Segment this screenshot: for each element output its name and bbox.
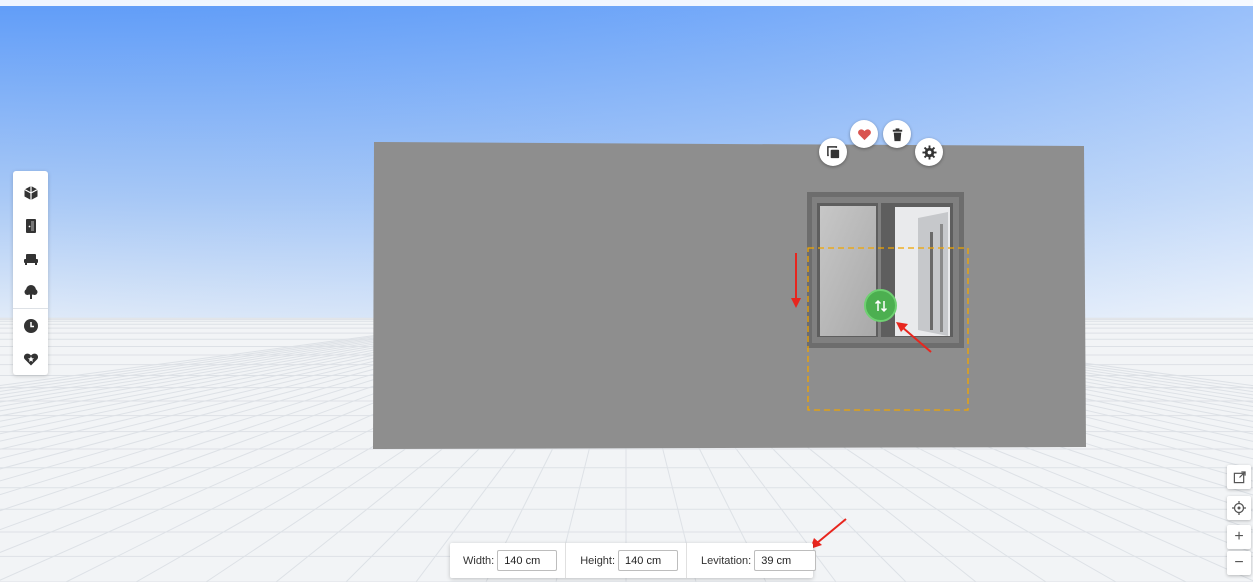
sofa-icon [23,254,38,266]
height-group: Height: [565,543,686,578]
heart-icon [857,128,871,140]
target-icon [1232,501,1246,515]
copy-icon [826,145,839,158]
sidebar-item-outdoor[interactable] [13,276,48,309]
levitation-input[interactable] [754,550,817,571]
width-group: Width: [450,543,565,578]
cube-icon [23,186,38,201]
zoom-out-button[interactable]: − [1227,551,1251,575]
width-label: Width: [463,554,495,567]
gear-icon [921,144,937,160]
sidebar-item-favorites[interactable] [13,342,48,375]
sidebar-item-3d-view[interactable] [13,177,48,210]
door-icon [25,219,36,234]
tree-icon [24,284,37,299]
recenter-button[interactable] [1227,496,1251,520]
settings-button[interactable] [915,138,943,166]
height-input[interactable] [618,550,679,571]
sidebar-item-furniture[interactable] [13,243,48,276]
favorite-button[interactable] [850,120,878,148]
dimensions-bar: Width: Height: Levitation: [450,543,817,578]
zoom-in-button[interactable]: + [1227,525,1251,549]
width-input[interactable] [497,550,558,571]
swap-vertical-icon [874,299,887,312]
levitation-label: Levitation: [701,554,752,567]
height-label: Height: [580,554,616,567]
trash-icon [892,127,902,141]
delete-button[interactable] [883,120,911,148]
window [807,192,964,348]
open-external-button[interactable] [1227,465,1251,489]
sidebar-item-history[interactable] [13,309,48,342]
wall [373,142,1086,449]
copy-button[interactable] [819,138,847,166]
3d-viewport[interactable] [0,0,1253,582]
move-handle[interactable] [864,289,897,322]
clock-icon [23,318,38,333]
sidebar-item-doors-windows[interactable] [13,210,48,243]
external-link-icon [1233,470,1246,483]
levitation-group: Levitation: [686,543,824,578]
heart-star-icon [23,353,38,366]
left-toolbar [13,171,48,375]
